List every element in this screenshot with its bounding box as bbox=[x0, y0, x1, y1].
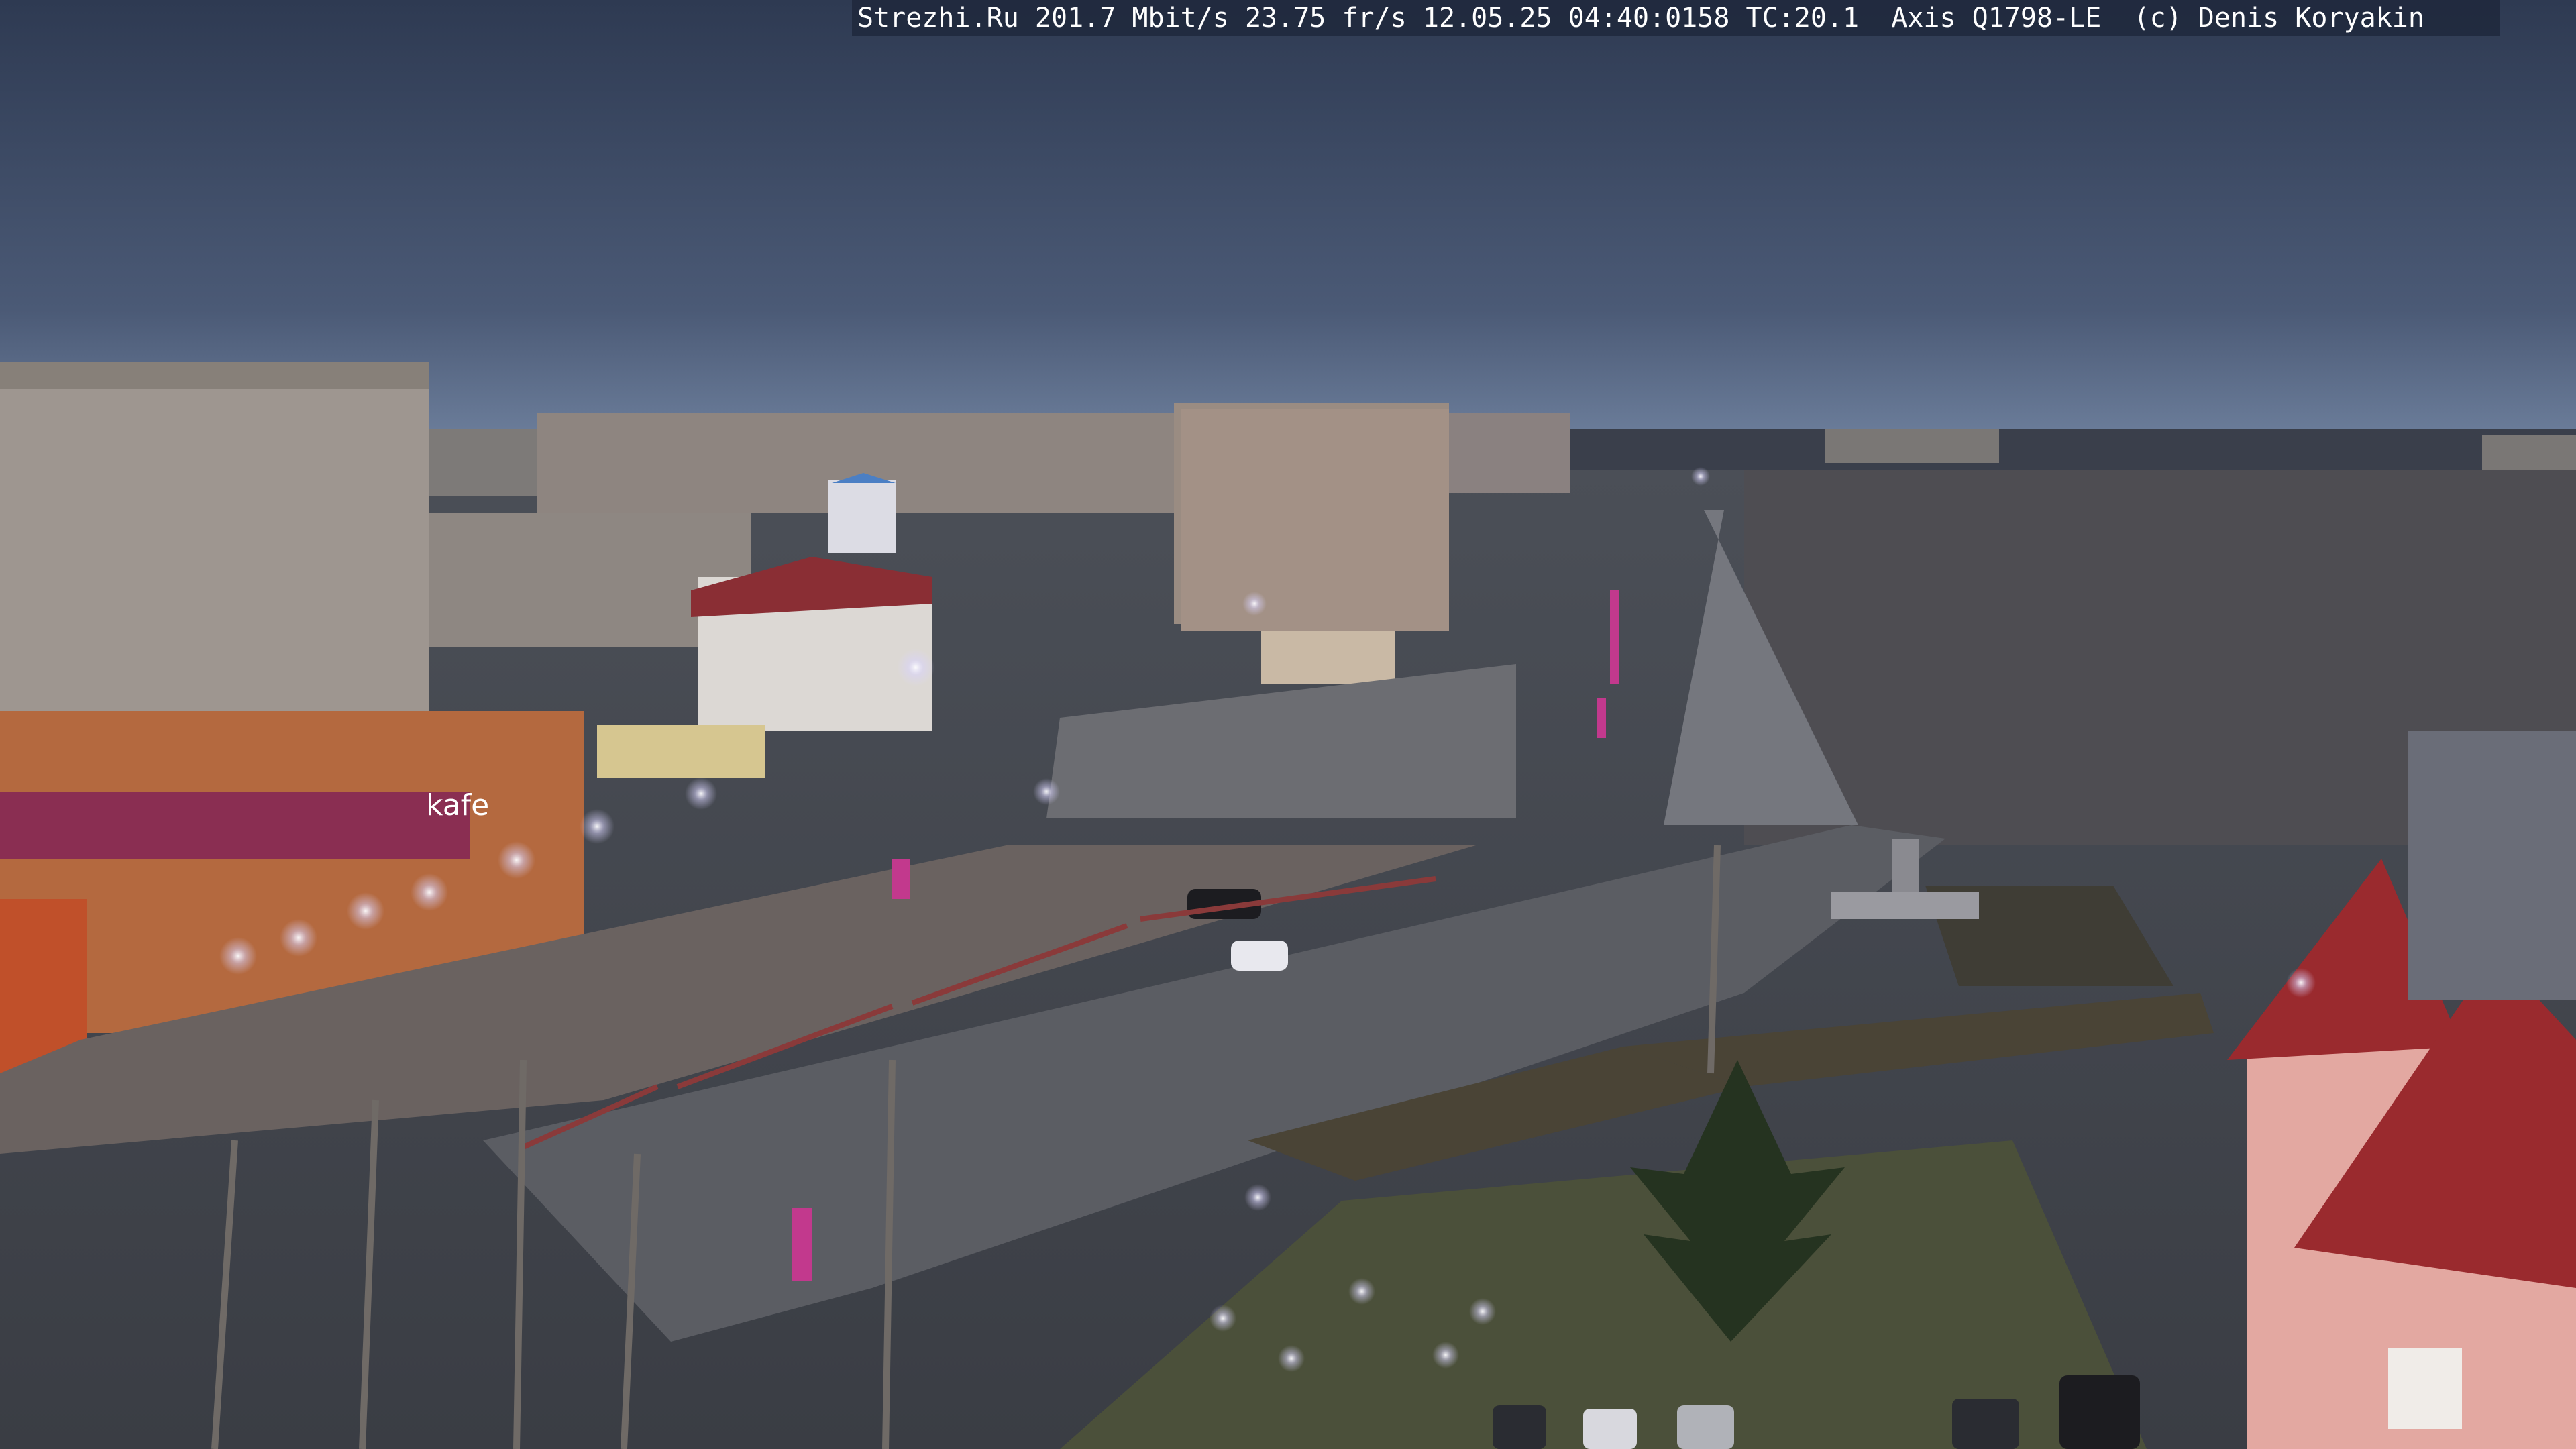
webcam-scene: kafe bbox=[0, 0, 2576, 1449]
camera-info-overlay: Strezhi.Ru 201.7 Mbit/s 23.75 fr/s 12.05… bbox=[852, 0, 2500, 36]
kiosk bbox=[597, 724, 765, 778]
kafe-sign: kafe bbox=[426, 788, 489, 822]
car-white bbox=[1231, 941, 1288, 971]
red-roof-building bbox=[691, 557, 932, 731]
